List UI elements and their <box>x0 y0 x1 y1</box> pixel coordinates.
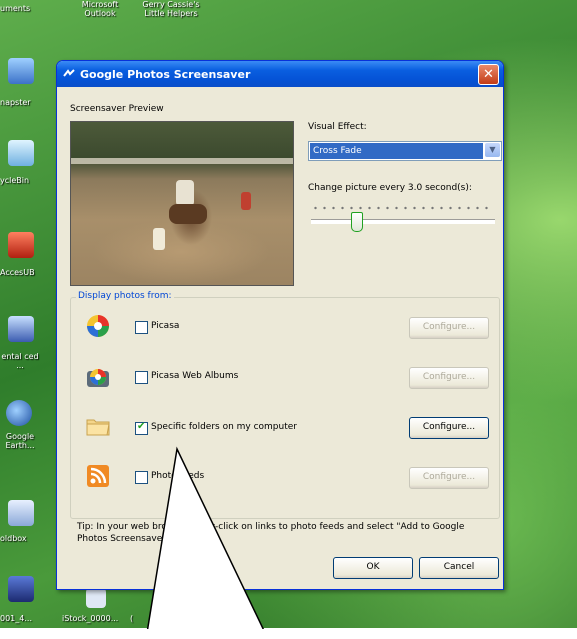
callout-arrow-annotation <box>145 446 269 639</box>
